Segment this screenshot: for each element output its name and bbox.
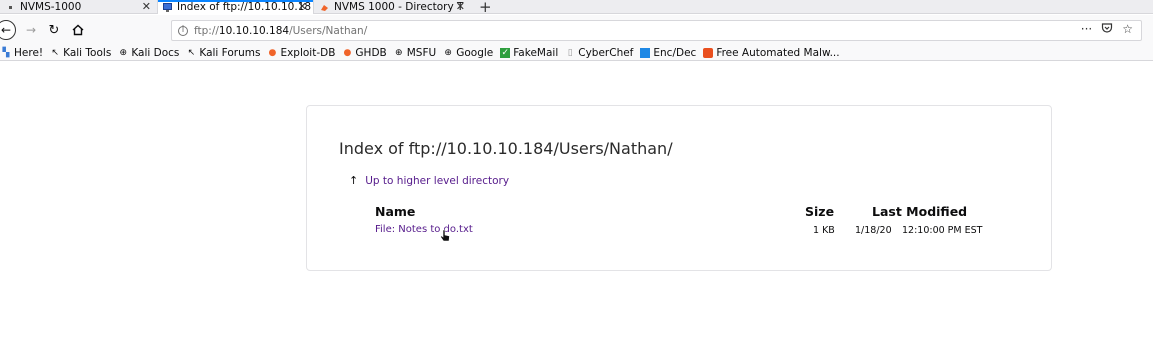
bookmark-ghdb[interactable]: ● GHDB bbox=[342, 47, 386, 59]
home-icon[interactable] bbox=[70, 21, 86, 39]
bookmark-label: Free Automated Malw... bbox=[716, 46, 840, 59]
info-icon[interactable]: i bbox=[178, 25, 188, 36]
bookmark-malware-analysis[interactable]: Free Automated Malw... bbox=[703, 46, 840, 59]
directory-listing-card: Index of ftp://10.10.10.184/Users/Nathan… bbox=[306, 105, 1052, 271]
bookmark-fakemail[interactable]: ✓ FakeMail bbox=[500, 47, 558, 59]
globe-icon: ⊕ bbox=[394, 47, 403, 58]
page-title: Index of ftp://10.10.10.184/Users/Nathan… bbox=[339, 139, 673, 158]
bookmark-cyberchef[interactable]: ▯ CyberChef bbox=[565, 46, 634, 59]
tab-close-icon[interactable]: ✕ bbox=[298, 0, 307, 14]
exploit-icon: ● bbox=[343, 47, 352, 58]
bookmark-label: Kali Forums bbox=[199, 46, 261, 59]
page-actions-menu-icon[interactable]: ··· bbox=[1081, 22, 1092, 37]
bookmark-exploit-db[interactable]: ● Exploit-DB bbox=[267, 46, 336, 59]
star-icon[interactable]: ☆ bbox=[1122, 22, 1133, 37]
pocket-icon[interactable] bbox=[1101, 22, 1113, 37]
bookmark-encdec[interactable]: Enc/Dec bbox=[640, 47, 696, 59]
bookmark-kali-tools[interactable]: ↖ Kali Tools bbox=[50, 47, 111, 59]
column-header-size[interactable]: Size bbox=[805, 204, 834, 219]
bookmark-label: Kali Tools bbox=[63, 46, 112, 59]
exploit-icon: ● bbox=[268, 47, 277, 58]
url-text[interactable]: ftp://10.10.10.184/Users/Nathan/ bbox=[194, 25, 367, 37]
tab-nvms-1000[interactable]: NVMS-1000 ✕ bbox=[0, 0, 157, 14]
url-host: 10.10.10.184 bbox=[218, 24, 290, 37]
bookmark-msfu[interactable]: ⊕ MSFU bbox=[394, 47, 436, 59]
up-directory-link[interactable]: ↑ Up to higher level directory bbox=[349, 174, 509, 187]
kali-icon: ↖ bbox=[187, 47, 196, 58]
bookmark-kali-docs[interactable]: ⊕ Kali Docs bbox=[118, 46, 180, 59]
tab-ftp-index[interactable]: Index of ftp://10.10.10.18 ✕ bbox=[157, 0, 314, 14]
bookmark-here[interactable]: ▚ Here! bbox=[1, 46, 44, 59]
up-arrow-icon: ↑ bbox=[349, 174, 359, 187]
url-bar[interactable]: i ftp://10.10.10.184/Users/Nathan/ ··· ☆ bbox=[171, 20, 1142, 41]
bookmark-label: Here! bbox=[14, 46, 44, 59]
column-header-last-modified[interactable]: Last Modified bbox=[872, 204, 967, 219]
tab-strip: NVMS-1000 ✕ Index of ftp://10.10.10.18 ✕… bbox=[0, 0, 1153, 16]
new-tab-button[interactable]: + bbox=[479, 0, 492, 16]
bookmark-google[interactable]: ⊕ Google bbox=[443, 47, 493, 59]
bookmark-label: CyberChef bbox=[578, 46, 634, 59]
tab-nvms-directory[interactable]: NVMS 1000 - Directory T ✕ bbox=[314, 0, 471, 14]
malware-icon bbox=[703, 47, 714, 58]
url-scheme: ftp:// bbox=[194, 24, 219, 37]
back-arrow-icon[interactable]: ← bbox=[0, 20, 16, 40]
nvms-favicon-icon bbox=[6, 3, 15, 12]
up-directory-label: Up to higher level directory bbox=[365, 174, 510, 187]
file-date: 1/18/20 bbox=[855, 225, 892, 236]
globe-icon: ⊕ bbox=[444, 47, 452, 58]
tab-title: NVMS 1000 - Directory T bbox=[334, 1, 464, 13]
tab-close-icon[interactable]: ✕ bbox=[142, 0, 151, 14]
file-size: 1 KB bbox=[813, 225, 835, 236]
bookmark-label: Kali Docs bbox=[131, 46, 180, 59]
bookmark-label: FakeMail bbox=[513, 46, 559, 59]
forward-arrow-icon[interactable]: → bbox=[24, 21, 38, 39]
bookmark-label: Google bbox=[456, 46, 494, 59]
exploit-favicon-icon bbox=[320, 3, 329, 12]
globe-icon: ⊕ bbox=[119, 47, 128, 58]
url-actions: ··· ☆ bbox=[1081, 22, 1133, 37]
hand-cursor-icon bbox=[439, 229, 451, 243]
encdec-icon bbox=[640, 47, 651, 58]
tab-title: NVMS-1000 bbox=[20, 1, 82, 13]
file-time: 12:10:00 PM EST bbox=[902, 225, 983, 236]
navigation-bar: ← → ↻ i ftp://10.10.10.184/Users/Nathan/… bbox=[0, 15, 1153, 45]
file-link[interactable]: File: Notes to do.txt bbox=[375, 224, 473, 235]
reload-icon[interactable]: ↻ bbox=[47, 21, 61, 39]
ftp-favicon-icon bbox=[163, 2, 172, 12]
tab-title: Index of ftp://10.10.10.18 bbox=[177, 1, 312, 13]
fakemail-icon: ✓ bbox=[500, 47, 511, 58]
bookmark-label: Enc/Dec bbox=[653, 46, 697, 59]
cyberchef-icon: ▯ bbox=[567, 47, 573, 58]
bookmark-label: Exploit-DB bbox=[280, 46, 336, 59]
kali-icon: ↖ bbox=[51, 47, 59, 58]
bookmarks-bar: ▚ Here! ↖ Kali Tools ⊕ Kali Docs ↖ Kali Foru… bbox=[0, 45, 1153, 61]
bookmark-kali-forums[interactable]: ↖ Kali Forums bbox=[186, 46, 261, 59]
bookmark-label: GHDB bbox=[355, 46, 387, 59]
bookmark-label: MSFU bbox=[406, 46, 437, 59]
bookmark-icon: ▚ bbox=[2, 47, 10, 58]
url-path: /Users/Nathan/ bbox=[289, 24, 368, 37]
tab-close-icon[interactable]: ✕ bbox=[456, 0, 465, 14]
column-header-name[interactable]: Name bbox=[375, 204, 415, 219]
